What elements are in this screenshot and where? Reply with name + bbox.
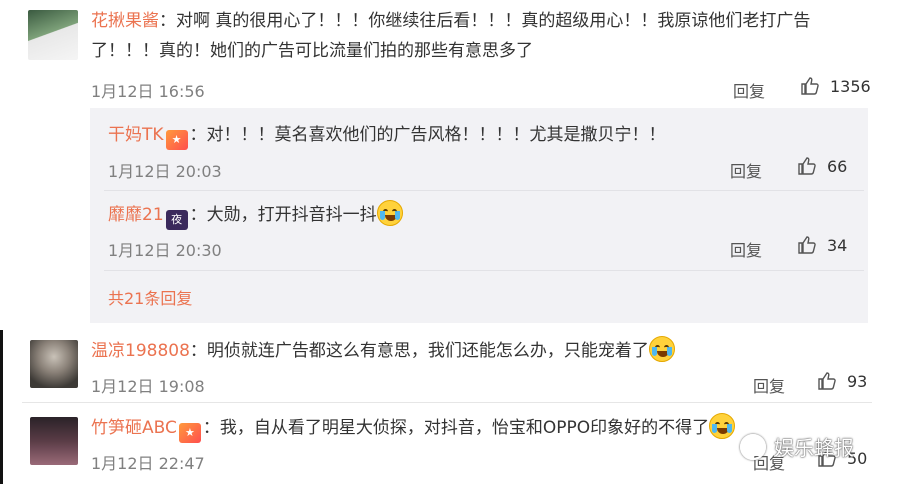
comment-text: ：明侦就连广告都这么有意思，我们还能怎么办，只能宠着了	[189, 341, 649, 361]
watermark-text: 娱乐蜂报	[774, 436, 854, 460]
reply-button[interactable]: 回复	[730, 158, 762, 182]
like-count: 66	[827, 156, 848, 176]
like-button[interactable]: 1356	[800, 76, 871, 96]
like-button[interactable]: 93	[817, 371, 867, 391]
more-replies-link[interactable]: 共21条回复	[108, 285, 192, 309]
divider	[22, 402, 872, 403]
like-count: 1356	[830, 76, 871, 96]
reply-button[interactable]: 回复	[730, 237, 762, 261]
comment-text: ：我，自从看了明星大侦探，对抖音，怡宝和OPPO印象好的不得了	[202, 418, 710, 438]
comment-2: 温凉198808：明侦就连广告都这么有意思，我们还能怎么办，只能宠着了 1月12…	[0, 330, 897, 405]
thumbs-up-icon	[798, 157, 816, 175]
username-link[interactable]: 靡靡21	[108, 205, 164, 225]
timestamp: 1月12日 20:03	[108, 162, 222, 181]
laugh-cry-emoji-icon	[376, 200, 403, 226]
thumbs-up-icon	[798, 236, 816, 254]
subreply-1: 干妈TK ★ ：对！！！莫名喜欢他们的广告风格！！！！尤其是撒贝宁！！ 1月12日 …	[0, 118, 897, 188]
night-badge-icon: 夜	[165, 210, 188, 230]
timestamp: 1月12日 22:47	[91, 454, 205, 473]
like-button[interactable]: 66	[797, 156, 847, 176]
wechat-logo-icon	[740, 433, 766, 460]
timestamp: 1月12日 19:08	[91, 377, 205, 396]
thumbs-up-icon	[818, 372, 836, 390]
avatar[interactable]	[30, 417, 78, 465]
avatar[interactable]	[30, 340, 78, 388]
like-count: 93	[847, 371, 868, 391]
username-link[interactable]: 温凉198808	[91, 341, 190, 361]
comment-text: ：对啊 真的很用心了！！！你继续往后看！！！真的超级用心！！我原谅他们老打广告	[159, 11, 811, 31]
watermark: 娱乐蜂报	[740, 432, 854, 461]
reply-button[interactable]: 回复	[733, 78, 765, 102]
username-link[interactable]: 竹笋砸ABC	[91, 418, 177, 438]
username-link[interactable]: 花揪果酱	[91, 11, 159, 31]
divider	[104, 190, 864, 191]
laugh-cry-emoji-icon	[709, 413, 736, 439]
thumbs-up-icon	[801, 77, 819, 95]
subreply-2: 靡靡21 夜：大勋，打开抖音抖一抖 1月12日 20:30 回复 34	[0, 198, 897, 268]
username-link[interactable]: 干妈TK	[108, 125, 164, 145]
comment-text: ：大勋，打开抖音抖一抖	[189, 205, 377, 225]
comment-text-cont: 了！！！真的！她们的广告可比流量们拍的那些有意思多了	[91, 41, 533, 61]
laugh-cry-emoji-icon	[648, 336, 675, 362]
timestamp: 1月12日 16:56	[91, 82, 205, 101]
vip-badge-icon: ★	[165, 130, 188, 150]
vip-badge-icon: ★	[178, 423, 201, 443]
reply-button[interactable]: 回复	[753, 373, 785, 397]
avatar[interactable]	[28, 10, 78, 60]
timestamp: 1月12日 20:30	[108, 241, 222, 260]
like-button[interactable]: 34	[797, 235, 847, 255]
comment-1: 花揪果酱：对啊 真的很用心了！！！你继续往后看！！！真的超级用心！！我原谅他们老…	[0, 0, 897, 110]
comment-text-block: 花揪果酱：对啊 真的很用心了！！！你继续往后看！！！真的超级用心！！我原谅他们老…	[91, 6, 871, 66]
divider	[104, 270, 864, 271]
like-count: 34	[827, 235, 848, 255]
comment-text: ：对！！！莫名喜欢他们的广告风格！！！！尤其是撒贝宁！！	[189, 125, 666, 145]
